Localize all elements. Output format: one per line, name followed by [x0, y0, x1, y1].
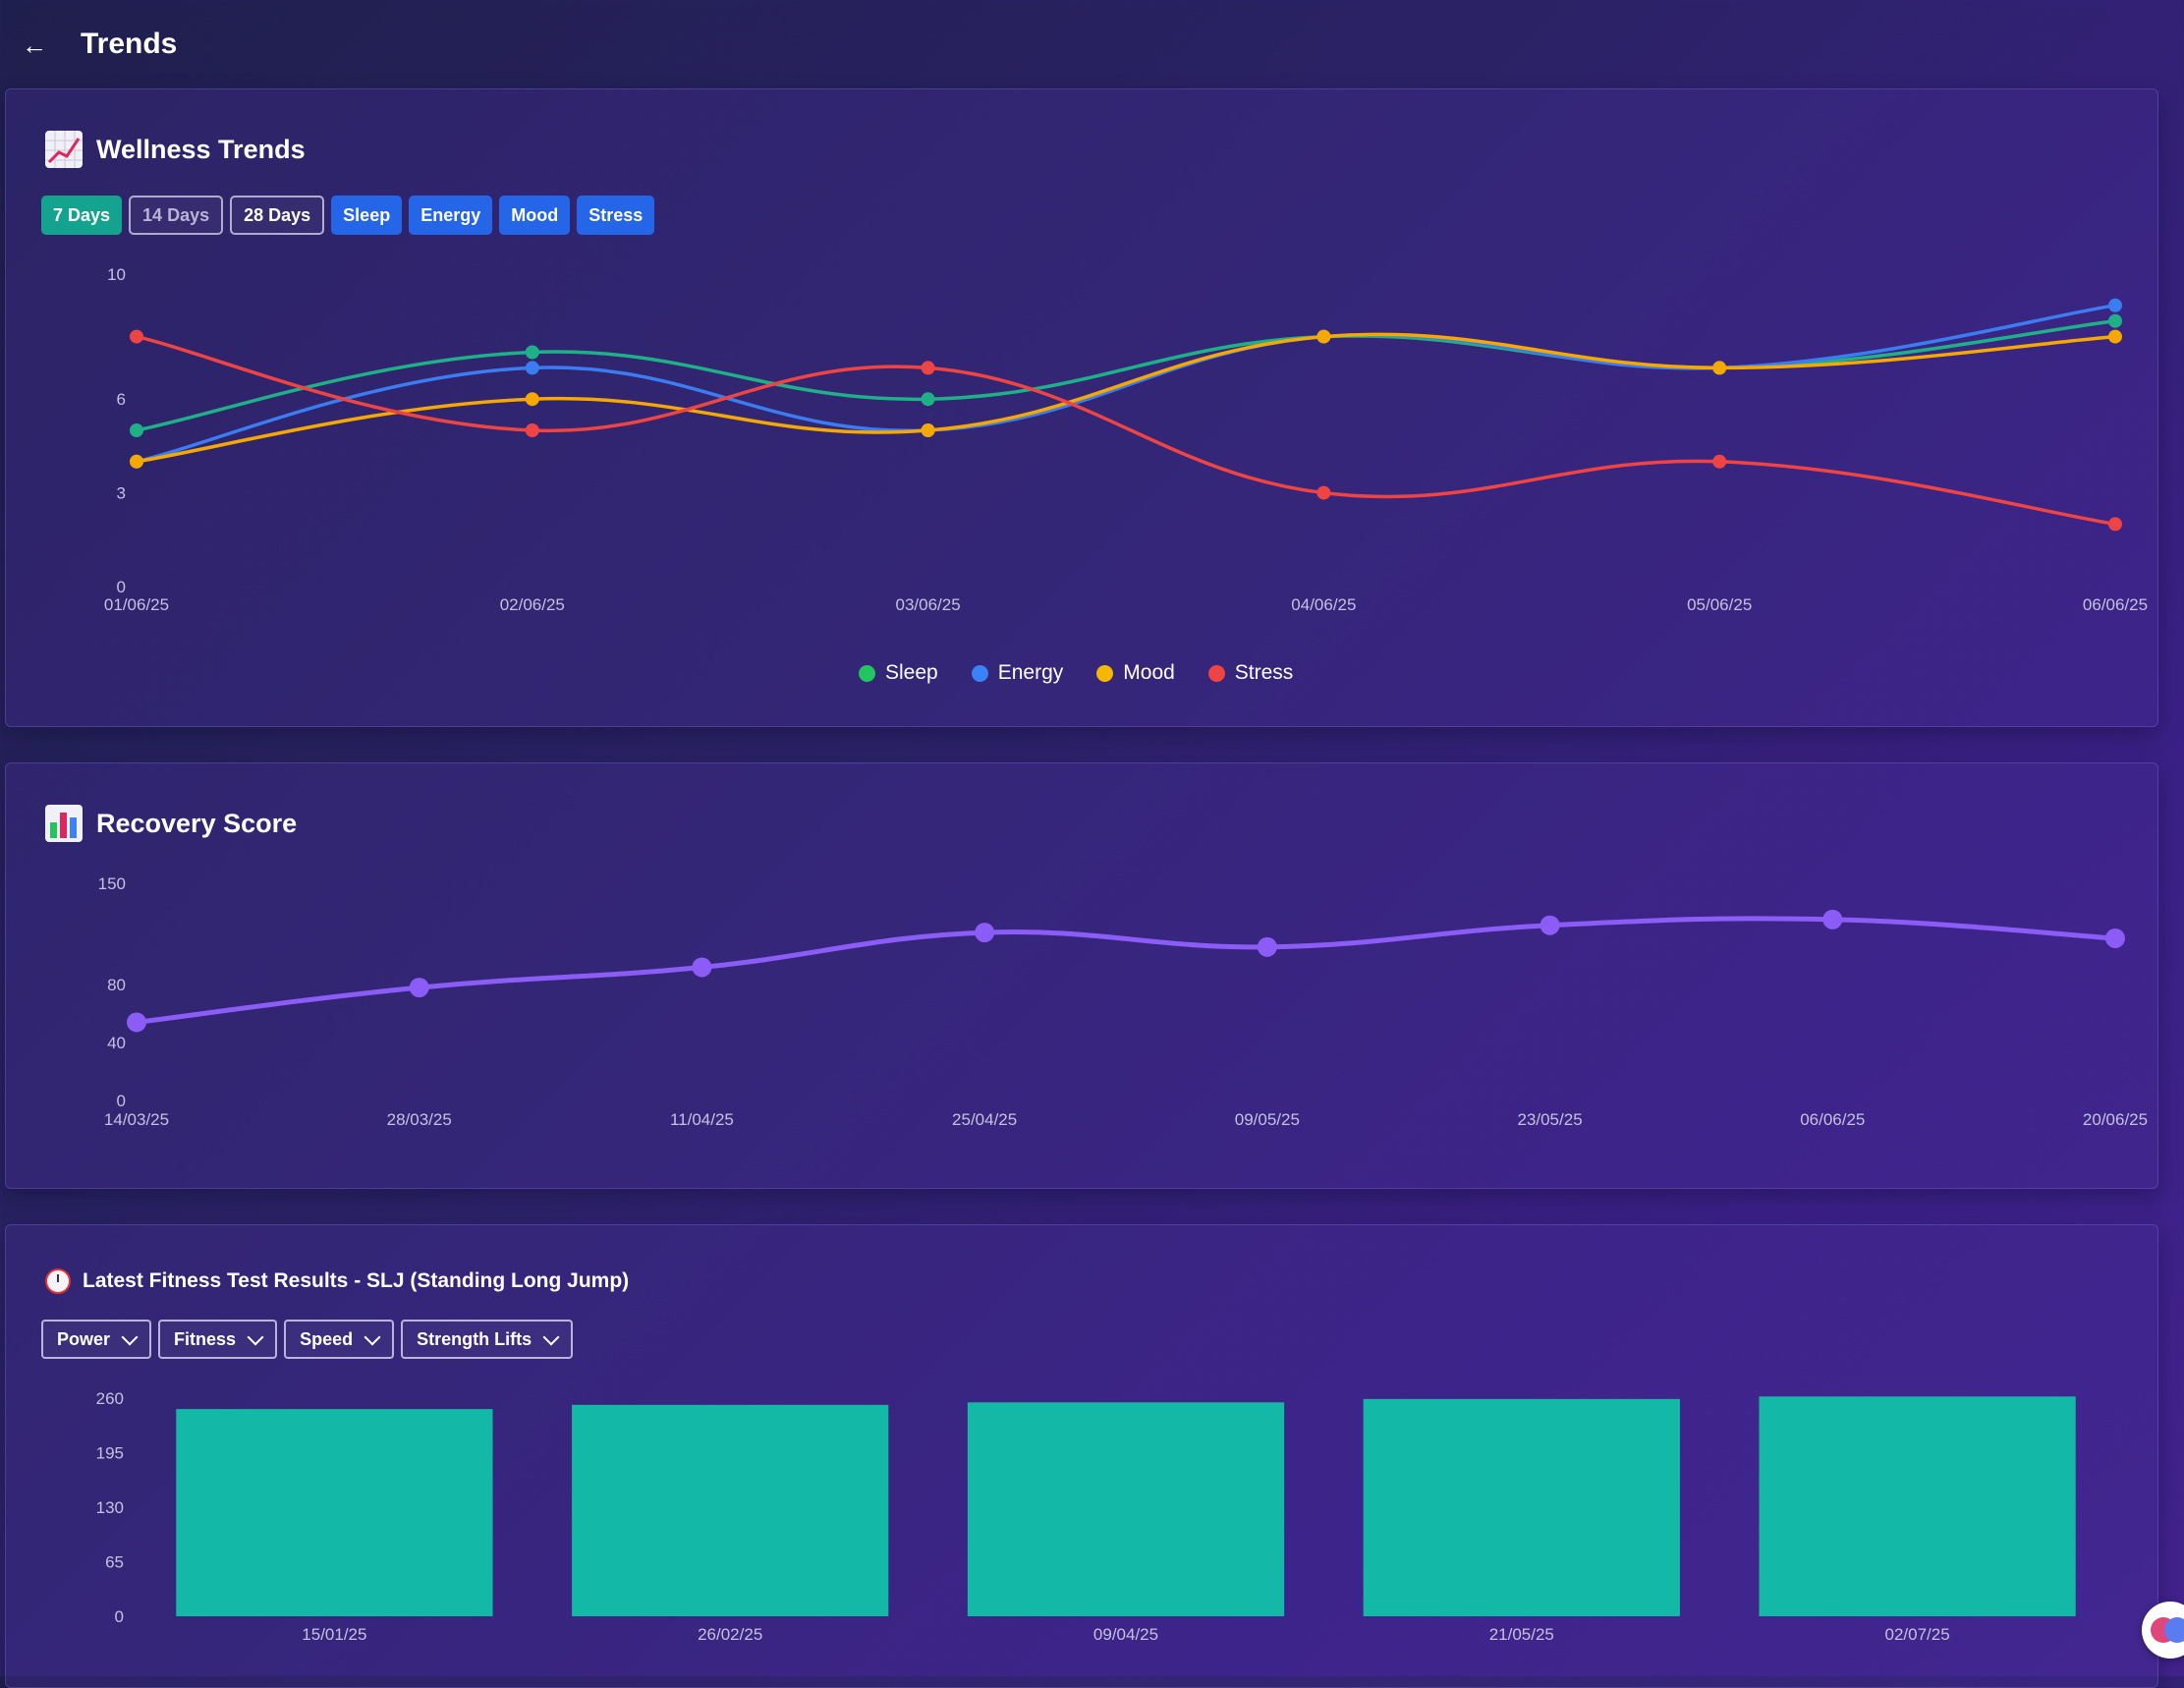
- legend-label: Mood: [1123, 661, 1175, 684]
- data-point: [130, 454, 143, 469]
- legend-label: Sleep: [885, 661, 938, 684]
- data-point: [2108, 329, 2122, 344]
- data-point: [2108, 517, 2122, 532]
- legend-item-stress[interactable]: Stress: [1207, 661, 1294, 685]
- x-tick-label: 03/06/25: [896, 595, 961, 614]
- y-tick-label: 0: [117, 1092, 126, 1110]
- series-line: [136, 916, 2116, 1025]
- series-line: [136, 332, 2116, 464]
- legend-item-energy[interactable]: Energy: [971, 661, 1064, 685]
- data-point: [921, 392, 935, 407]
- x-tick-label: 20/06/25: [2083, 1110, 2148, 1129]
- y-tick-label: 195: [96, 1444, 124, 1463]
- data-point: [409, 978, 429, 998]
- recovery-line-chart: 0 40 80 150 14/03/25 28/03/25 11/04/25 25/04/25…: [98, 874, 2148, 1129]
- legend-dot: [1096, 664, 1114, 682]
- y-tick-label: 40: [107, 1034, 126, 1052]
- x-tick-label: 23/05/25: [1517, 1110, 1582, 1129]
- data-point: [921, 361, 935, 375]
- y-tick-label: 3: [117, 484, 126, 503]
- x-tick-label: 09/04/25: [1093, 1625, 1158, 1644]
- x-tick-label: 28/03/25: [387, 1110, 452, 1129]
- data-point: [525, 361, 539, 375]
- x-tick-label: 06/06/25: [1800, 1110, 1865, 1129]
- page-title: Trends: [81, 28, 178, 60]
- x-tick-label: 11/04/25: [670, 1110, 734, 1129]
- legend-dot: [1207, 664, 1225, 682]
- data-point: [1257, 936, 1277, 957]
- x-tick-label: 25/04/25: [952, 1110, 1017, 1129]
- wellness-line-chart: 0 3 6 10 01/06/25 02/06/25 03/06/25 04/06/25 05/…: [104, 265, 2148, 614]
- bar: [1363, 1398, 1680, 1616]
- x-tick-label: 05/06/25: [1687, 595, 1752, 614]
- wellness-trends-card: Wellness Trends 7 Days 14 Days 28 Days S…: [5, 88, 2158, 727]
- legend-label: Stress: [1234, 661, 1294, 684]
- y-tick-label: 130: [96, 1498, 124, 1517]
- data-point: [127, 1012, 146, 1033]
- series-line: [136, 318, 2116, 432]
- data-point: [1712, 454, 1727, 469]
- bar: [176, 1409, 493, 1616]
- data-point: [921, 423, 935, 437]
- y-tick-label: 260: [96, 1389, 124, 1408]
- legend-item-sleep[interactable]: Sleep: [859, 661, 938, 685]
- top-bar: ← Trends: [0, 0, 2184, 94]
- x-tick-label: 02/07/25: [1885, 1625, 1950, 1644]
- legend-item-mood[interactable]: Mood: [1096, 661, 1175, 685]
- legend-dot: [859, 664, 875, 682]
- data-point: [130, 329, 143, 344]
- data-point: [1316, 329, 1331, 344]
- brain-icon: [2151, 1617, 2184, 1643]
- bar: [1759, 1396, 2076, 1616]
- data-point: [1822, 909, 1843, 929]
- data-point: [130, 423, 143, 437]
- x-tick-label: 02/06/25: [500, 595, 565, 614]
- x-tick-label: 06/06/25: [2083, 595, 2148, 614]
- arrow-left-icon[interactable]: ←: [22, 31, 49, 59]
- bar: [967, 1402, 1285, 1616]
- data-point: [525, 392, 539, 407]
- x-tick-label: 15/01/25: [302, 1625, 366, 1644]
- y-tick-label: 80: [107, 976, 126, 994]
- legend-label: Energy: [997, 661, 1064, 684]
- data-point: [2108, 298, 2122, 312]
- data-point: [2105, 928, 2125, 948]
- data-point: [692, 957, 712, 978]
- x-tick-label: 21/05/25: [1489, 1625, 1554, 1644]
- x-tick-label: 26/02/25: [698, 1625, 762, 1644]
- y-tick-label: 65: [105, 1553, 124, 1572]
- y-tick-label: 150: [98, 874, 126, 893]
- data-point: [525, 423, 539, 437]
- bar: [572, 1404, 889, 1616]
- data-point: [1316, 485, 1331, 500]
- x-tick-label: 09/05/25: [1235, 1110, 1300, 1129]
- x-tick-label: 04/06/25: [1291, 595, 1356, 614]
- fitness-test-card: Latest Fitness Test Results - SLJ (Stand…: [5, 1224, 2158, 1688]
- data-point: [1540, 915, 1560, 935]
- data-point: [1712, 361, 1727, 375]
- y-tick-label: 0: [115, 1607, 124, 1626]
- assistant-brain-button[interactable]: [2142, 1602, 2184, 1659]
- y-tick-label: 10: [107, 265, 126, 284]
- y-tick-label: 0: [117, 578, 126, 596]
- data-point: [975, 923, 995, 943]
- fitness-bar-chart: 0 65 130 195 260 15/01/25 26/02/25 09/04/25 21/0…: [96, 1389, 2076, 1644]
- y-tick-label: 6: [117, 390, 126, 409]
- recovery-score-card: Recovery Score 0 40 80 150 14/03/25 28/03/25 1…: [5, 762, 2158, 1189]
- x-tick-label: 14/03/25: [104, 1110, 169, 1129]
- x-tick-label: 01/06/25: [104, 595, 169, 614]
- legend-dot: [971, 664, 988, 682]
- wellness-legend: Sleep Energy Mood Stress: [859, 661, 1293, 685]
- data-point: [525, 345, 539, 360]
- data-point: [2108, 313, 2122, 328]
